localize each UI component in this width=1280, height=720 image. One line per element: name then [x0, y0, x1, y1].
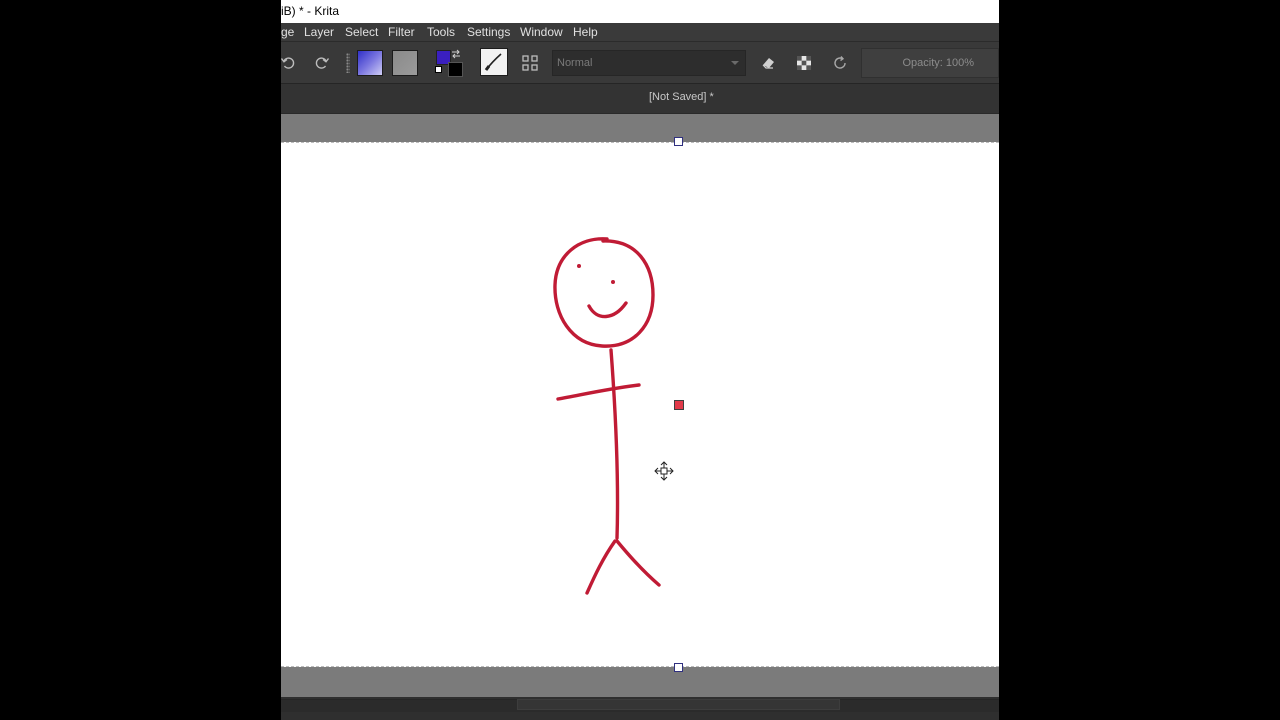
tool-options-bar: Normal Opacity: 100%: [281, 42, 999, 84]
menu-image-label: ge: [281, 25, 295, 39]
blend-mode-value: Normal: [557, 57, 593, 69]
menu-help-label: Help: [573, 25, 598, 39]
menu-select-label: Select: [345, 25, 379, 39]
transform-handle-bottom[interactable]: [674, 663, 683, 672]
redo-button[interactable]: [309, 50, 335, 76]
body-stroke: [609, 348, 620, 540]
menu-layer[interactable]: Layer: [304, 23, 334, 41]
menu-layer-label: Layer: [304, 25, 335, 39]
brush-preset-button[interactable]: [480, 48, 508, 76]
brush-settings-button[interactable]: [517, 50, 543, 76]
menu-select[interactable]: Select: [345, 23, 378, 41]
reset-colors-icon[interactable]: [435, 66, 442, 73]
menu-settings-label: Settings: [467, 25, 511, 39]
undo-icon: [281, 57, 295, 69]
horizontal-scrollbar-area: [281, 697, 999, 720]
alpha-lock-icon: [797, 56, 811, 70]
alpha-lock-button[interactable]: [791, 50, 817, 76]
document-tab[interactable]: [Not Saved] *: [649, 91, 714, 103]
canvas-area[interactable]: [281, 114, 999, 697]
horizontal-scrollbar-thumb[interactable]: [517, 699, 840, 710]
menu-filter[interactable]: Filter: [388, 23, 415, 41]
menu-window-label: Window: [520, 25, 563, 39]
menu-image[interactable]: ge: [281, 23, 294, 41]
arms-stroke: [556, 383, 641, 401]
gradient-swatch-button[interactable]: [357, 50, 383, 76]
move-cursor-icon: [654, 461, 674, 481]
left-leg-stroke: [585, 539, 617, 595]
right-eye-dot: [611, 280, 615, 284]
opacity-slider[interactable]: Opacity: 100%: [861, 48, 999, 78]
canvas-page[interactable]: [281, 142, 999, 667]
right-leg-stroke: [615, 539, 661, 587]
transform-handle-top[interactable]: [674, 137, 683, 146]
background-color-swatch[interactable]: [448, 62, 463, 77]
blend-mode-select[interactable]: Normal: [552, 50, 746, 76]
document-tab-bar: [Not Saved] *: [281, 84, 999, 114]
reload-preset-button[interactable]: [827, 50, 853, 76]
transform-center-handle[interactable]: [674, 400, 684, 410]
smile-stroke: [587, 301, 628, 319]
pattern-swatch-button[interactable]: [392, 50, 418, 76]
menu-tools-label: Tools: [427, 25, 456, 39]
brush-preset-icon: [484, 53, 502, 71]
menu-tools[interactable]: Tools: [427, 23, 455, 41]
menu-window[interactable]: Window: [520, 23, 563, 41]
stick-figure-drawing: [553, 237, 661, 595]
eraser-button[interactable]: [755, 50, 781, 76]
chevron-down-icon: [731, 61, 739, 65]
left-eye-dot: [577, 264, 581, 268]
menu-filter-label: Filter: [388, 25, 415, 39]
menu-settings[interactable]: Settings: [467, 23, 510, 41]
undo-button[interactable]: [281, 50, 301, 76]
krita-window: iB) * - Krita ge Layer Select Filter Too…: [281, 0, 999, 720]
head-stroke: [553, 237, 655, 348]
title-bar: iB) * - Krita: [281, 0, 999, 23]
toolbar-grip[interactable]: [346, 53, 350, 73]
reload-icon: [834, 56, 846, 69]
color-selector[interactable]: [434, 48, 464, 78]
window-title: iB) * - Krita: [281, 4, 340, 18]
brush-settings-icon: [522, 55, 538, 71]
menu-bar: ge Layer Select Filter Tools Settings Wi…: [281, 23, 999, 42]
menu-help[interactable]: Help: [573, 23, 598, 41]
eraser-icon: [762, 58, 774, 69]
opacity-label: Opacity: 100%: [902, 57, 974, 69]
swap-colors-icon[interactable]: [451, 49, 461, 59]
redo-icon: [315, 57, 330, 69]
